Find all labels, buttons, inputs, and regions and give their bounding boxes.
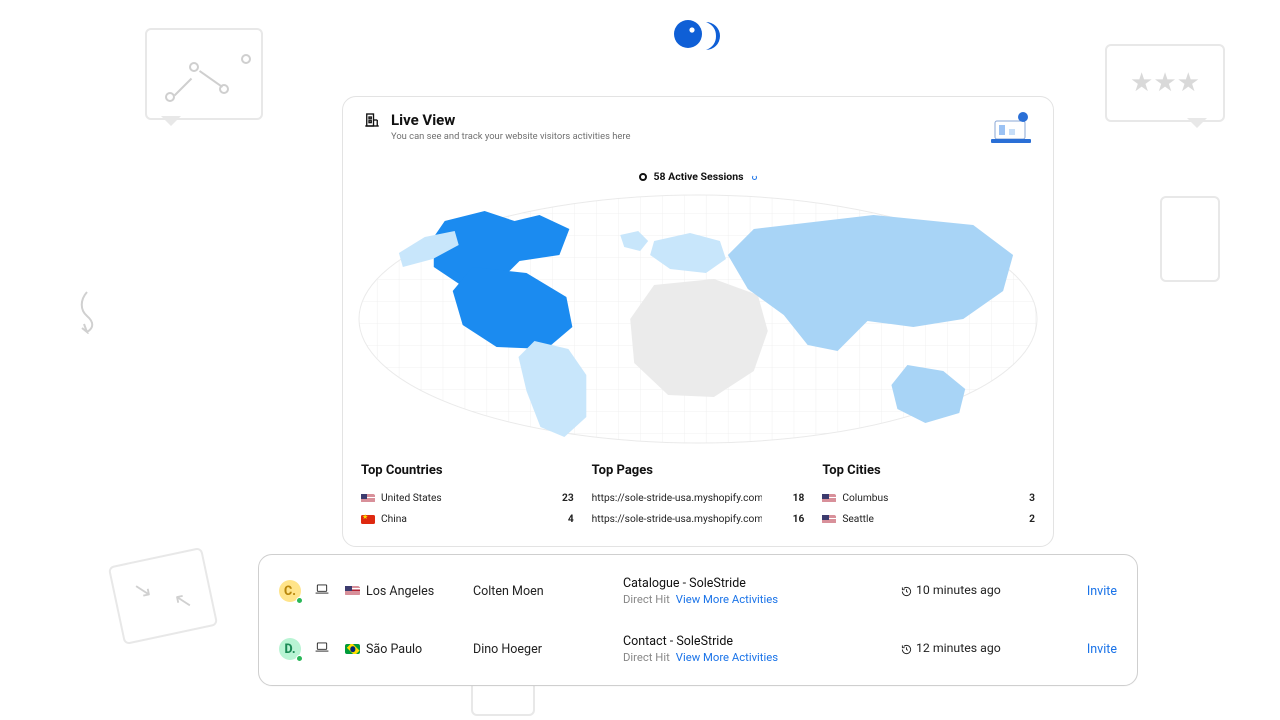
flag-icon [361,515,375,525]
history-icon [901,644,912,655]
stat-row: Seattle 2 [822,509,1035,530]
laptop-icon [315,583,331,599]
stat-row: Columbus 3 [822,488,1035,509]
decorative-doodle [1160,196,1220,282]
laptop-icon [315,641,331,657]
view-more-link[interactable]: View More Activities [676,593,778,606]
top-countries-section: Top Countries United States 23 China 4 [361,463,574,530]
visitor-page: Contact - SoleStride Direct HitView More… [623,634,901,664]
active-sessions-label: 58 Active Sessions [343,160,1053,187]
stat-row: https://sole-stride-usa.myshopify.com/p…… [592,488,805,509]
visitor-name: Colten Moen [473,584,623,599]
world-map[interactable] [355,191,1041,447]
stat-row: China 4 [361,509,574,530]
online-indicator-icon [296,655,303,662]
decorative-doodle: ★★★ [1105,44,1225,122]
card-illustration [989,111,1033,156]
globe-icon [639,173,647,181]
history-icon [901,586,912,597]
live-view-card: Live View You can see and track your web… [342,96,1054,547]
visitor-page: Catalogue - SoleStride Direct HitView Mo… [623,576,901,606]
section-title: Top Pages [592,463,805,478]
visitor-name: Dino Hoeger [473,642,623,657]
invite-button[interactable]: Invite [1061,642,1117,657]
decorative-doodle [72,290,102,334]
loading-icon [752,175,757,180]
building-icon [363,111,381,133]
view-more-link[interactable]: View More Activities [676,651,778,664]
flag-icon [345,644,360,654]
flag-icon [345,586,360,596]
decorative-doodle [145,28,263,120]
visitor-row[interactable]: D. São Paulo Dino Hoeger Contact - SoleS… [269,621,1127,677]
flag-icon [822,515,836,525]
card-subtitle: You can see and track your website visit… [391,131,630,142]
card-title: Live View [391,111,630,129]
flag-icon [822,494,836,504]
visitors-panel: C. Los Angeles Colten Moen Catalogue - S… [258,554,1138,686]
online-indicator-icon [296,597,303,604]
visitor-city: Los Angeles [345,584,473,599]
avatar: D. [279,638,301,660]
flag-icon [361,494,375,504]
decorative-doodle [108,547,219,645]
top-cities-section: Top Cities Columbus 3 Seattle 2 [822,463,1035,530]
section-title: Top Cities [822,463,1035,478]
avatar: C. [279,580,301,602]
visitor-time: 12 minutes ago [901,642,1061,656]
section-title: Top Countries [361,463,574,478]
brand-logo [672,18,730,50]
invite-button[interactable]: Invite [1061,584,1117,599]
visitor-time: 10 minutes ago [901,584,1061,598]
stat-row: https://sole-stride-usa.myshopify.com/ 1… [592,509,805,530]
visitor-city: São Paulo [345,642,473,657]
stat-row: United States 23 [361,488,574,509]
top-pages-section: Top Pages https://sole-stride-usa.myshop… [592,463,805,530]
visitor-row[interactable]: C. Los Angeles Colten Moen Catalogue - S… [269,563,1127,619]
